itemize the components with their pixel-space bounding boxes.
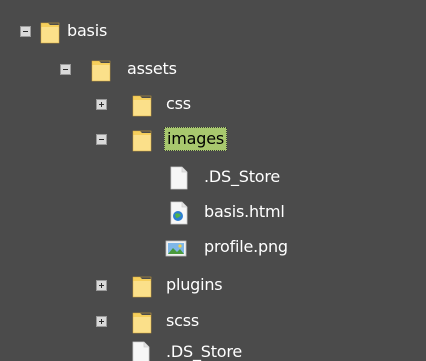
collapse-toggle-icon[interactable] — [60, 64, 71, 75]
folder-icon — [132, 130, 152, 152]
tree-item-label: scss — [166, 311, 200, 330]
file-icon — [170, 166, 188, 190]
html-file-icon — [170, 201, 188, 225]
tree-item-label: basis — [67, 21, 108, 40]
tree-item-label-selected: images — [164, 127, 227, 151]
tree-item-label: profile.png — [204, 237, 288, 256]
file-tree: basis assets css images .DS_Store basis.… — [0, 0, 426, 361]
expand-toggle-icon[interactable] — [96, 99, 107, 110]
folder-icon — [40, 22, 60, 44]
folder-icon — [132, 276, 152, 298]
tree-item-images[interactable]: images — [0, 125, 426, 155]
tree-item-label: .DS_Store — [204, 167, 281, 186]
tree-item-plugins[interactable]: plugins — [0, 271, 426, 301]
tree-item-assets[interactable]: assets — [0, 55, 426, 85]
tree-item-ds-store[interactable]: .DS_Store — [0, 163, 426, 193]
tree-item-css[interactable]: css — [0, 90, 426, 120]
expand-toggle-icon[interactable] — [96, 280, 107, 291]
expand-toggle-icon[interactable] — [96, 316, 107, 327]
tree-item-ds-store[interactable]: .DS_Store — [0, 338, 426, 361]
tree-item-profile-png[interactable]: profile.png — [0, 233, 426, 263]
tree-item-label: .DS_Store — [166, 342, 243, 361]
tree-item-scss[interactable]: scss — [0, 307, 426, 337]
tree-item-label: css — [166, 94, 191, 113]
folder-icon — [91, 60, 111, 82]
tree-item-basis-html[interactable]: basis.html — [0, 198, 426, 228]
tree-item-basis[interactable]: basis — [0, 17, 426, 47]
folder-icon — [132, 95, 152, 117]
tree-item-label: plugins — [166, 275, 223, 294]
collapse-toggle-icon[interactable] — [20, 26, 31, 37]
folder-icon — [132, 312, 152, 334]
tree-item-label: assets — [127, 59, 177, 78]
collapse-toggle-icon[interactable] — [96, 134, 107, 145]
image-file-icon — [165, 240, 187, 257]
tree-item-label: basis.html — [204, 202, 285, 221]
file-icon — [132, 341, 150, 361]
